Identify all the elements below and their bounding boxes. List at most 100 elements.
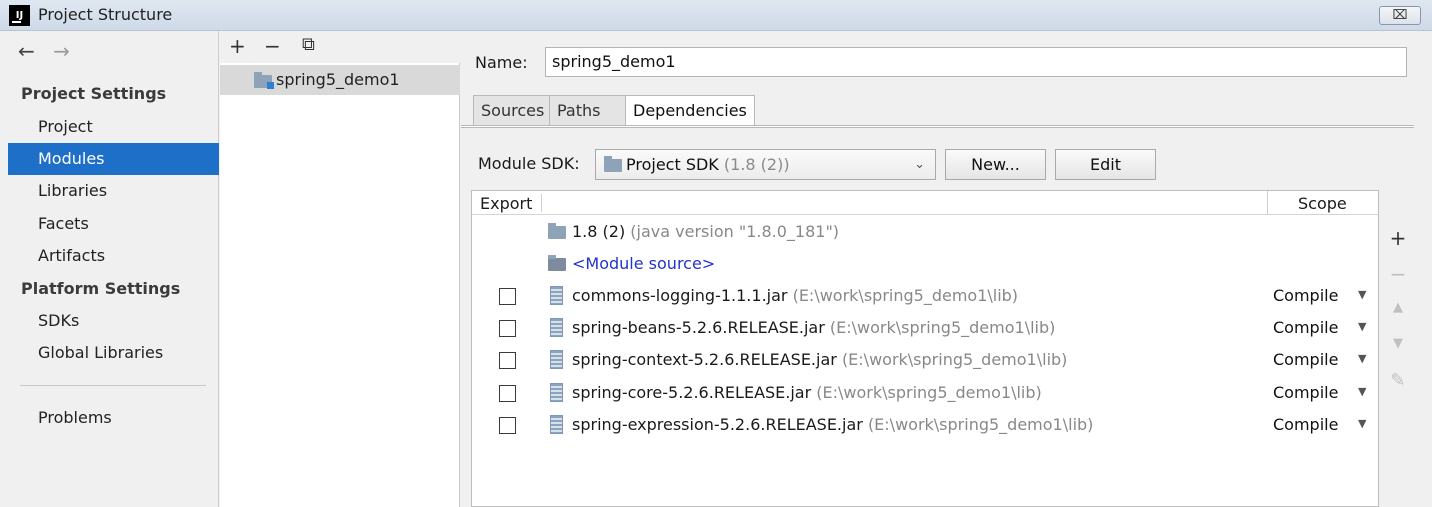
module-settings-panel: Name: spring5_demo1 Sources Paths Depend… xyxy=(461,31,1432,507)
sdk-name: 1.8 (2) xyxy=(572,222,626,241)
sidebar-item-artifacts[interactable]: Artifacts xyxy=(8,240,219,272)
export-checkbox[interactable] xyxy=(499,385,516,402)
jar-path: (E:\work\spring5_demo1\lib) xyxy=(792,286,1019,305)
sdk-value: Project SDK xyxy=(626,155,719,174)
sidebar-item-project[interactable]: Project xyxy=(8,111,219,143)
module-tree-toolbar: + − ⧉ xyxy=(220,31,460,63)
module-sdk-label: Module SDK: xyxy=(478,154,580,173)
sdk-version: (1.8 (2)) xyxy=(723,155,790,174)
sdk-detail: (java version "1.8.0_181") xyxy=(630,222,840,241)
tab-sources[interactable]: Sources xyxy=(473,95,550,126)
tab-underline xyxy=(461,125,1414,128)
scope-value: Compile xyxy=(1273,383,1339,402)
sidebar-item-problems[interactable]: Problems xyxy=(8,402,219,434)
export-checkbox[interactable] xyxy=(499,288,516,305)
jar-icon xyxy=(550,286,563,305)
window-title: Project Structure xyxy=(38,5,173,24)
table-row[interactable]: commons-logging-1.1.1.jar (E:\work\sprin… xyxy=(472,280,1378,312)
export-checkbox[interactable] xyxy=(499,320,516,337)
move-down-icon[interactable]: ▼ xyxy=(1380,336,1416,351)
sdk-dependency-row[interactable]: 1.8 (2) (java version "1.8.0_181") xyxy=(472,216,1378,248)
sidebar-item-sdks[interactable]: SDKs xyxy=(8,305,219,337)
settings-sidebar: ← → Project Settings Project Modules Lib… xyxy=(8,31,219,507)
history-nav: ← → xyxy=(18,39,82,63)
add-module-icon[interactable]: + xyxy=(229,34,246,58)
sidebar-item-libraries[interactable]: Libraries xyxy=(8,175,219,207)
table-row[interactable]: spring-core-5.2.6.RELEASE.jar (E:\work\s… xyxy=(472,377,1378,409)
jar-path: (E:\work\spring5_demo1\lib) xyxy=(867,415,1094,434)
dependency-name: spring-expression-5.2.6.RELEASE.jar (E:\… xyxy=(572,415,1093,434)
export-checkbox[interactable] xyxy=(499,352,516,369)
sidebar-divider xyxy=(20,385,206,386)
edit-dependency-icon[interactable]: ✎ xyxy=(1380,370,1416,391)
table-row[interactable]: spring-context-5.2.6.RELEASE.jar (E:\wor… xyxy=(472,344,1378,376)
name-label: Name: xyxy=(475,53,528,72)
module-tree-panel: + − ⧉ spring5_demo1 xyxy=(220,31,460,507)
export-checkbox[interactable] xyxy=(499,417,516,434)
jar-name: spring-beans-5.2.6.RELEASE.jar xyxy=(572,318,825,337)
scope-dropdown[interactable]: Compile ▼ xyxy=(1273,318,1366,337)
jar-icon xyxy=(550,415,563,434)
scope-value: Compile xyxy=(1273,286,1339,305)
title-bar: IJ Project Structure ⌧ xyxy=(0,0,1432,31)
jar-name: spring-core-5.2.6.RELEASE.jar xyxy=(572,383,812,402)
sdk-folder-icon xyxy=(604,156,622,172)
jar-icon xyxy=(550,383,563,402)
scope-dropdown[interactable]: Compile ▼ xyxy=(1273,415,1366,434)
tab-paths[interactable]: Paths xyxy=(549,95,626,126)
edit-sdk-button[interactable]: Edit xyxy=(1055,149,1156,180)
table-row[interactable]: spring-beans-5.2.6.RELEASE.jar (E:\work\… xyxy=(472,312,1378,344)
copy-module-icon[interactable]: ⧉ xyxy=(302,34,315,55)
sidebar-item-modules[interactable]: Modules xyxy=(8,143,219,175)
forward-arrow-icon[interactable]: → xyxy=(53,39,70,63)
dependency-toolbar: + − ▲ ▼ ✎ xyxy=(1380,190,1416,507)
tab-dependencies[interactable]: Dependencies xyxy=(625,95,755,127)
dropdown-arrow-icon: ▼ xyxy=(1358,417,1367,430)
module-source-row[interactable]: <Module source> xyxy=(472,248,1378,280)
scope-column-header[interactable]: Scope xyxy=(1298,194,1347,213)
module-tree-item[interactable]: spring5_demo1 xyxy=(220,65,460,95)
intellij-logo-icon: IJ xyxy=(9,5,30,26)
jar-name: commons-logging-1.1.1.jar xyxy=(572,286,788,305)
jar-name: spring-expression-5.2.6.RELEASE.jar xyxy=(572,415,863,434)
jar-path: (E:\work\spring5_demo1\lib) xyxy=(829,318,1056,337)
module-sdk-dropdown[interactable]: Project SDK (1.8 (2)) ⌄ xyxy=(595,149,936,180)
dependency-name: spring-beans-5.2.6.RELEASE.jar (E:\work\… xyxy=(572,318,1055,337)
remove-dependency-icon[interactable]: − xyxy=(1380,262,1416,286)
dropdown-arrow-icon: ▼ xyxy=(1358,320,1367,333)
scope-value: Compile xyxy=(1273,415,1339,434)
jar-name: spring-context-5.2.6.RELEASE.jar xyxy=(572,350,837,369)
remove-module-icon[interactable]: − xyxy=(264,34,281,58)
module-folder-icon xyxy=(254,72,274,89)
sidebar-item-facets[interactable]: Facets xyxy=(8,208,219,240)
scope-value: Compile xyxy=(1273,350,1339,369)
logo-text: IJ xyxy=(15,10,24,21)
scope-value: Compile xyxy=(1273,318,1339,337)
table-header: Export Scope xyxy=(472,191,1378,215)
sidebar-item-global-libraries[interactable]: Global Libraries xyxy=(8,337,219,369)
scope-dropdown[interactable]: Compile ▼ xyxy=(1273,286,1366,305)
table-row[interactable]: spring-expression-5.2.6.RELEASE.jar (E:\… xyxy=(472,409,1378,441)
chevron-down-icon: ⌄ xyxy=(914,157,925,172)
module-source-label: <Module source> xyxy=(572,254,716,273)
back-arrow-icon[interactable]: ← xyxy=(18,39,35,63)
jar-path: (E:\work\spring5_demo1\lib) xyxy=(841,350,1068,369)
module-name-field[interactable]: spring5_demo1 xyxy=(545,47,1407,77)
sdk-folder-icon xyxy=(548,223,566,239)
dependency-name: 1.8 (2) (java version "1.8.0_181") xyxy=(572,222,839,241)
export-column-header[interactable]: Export xyxy=(480,194,532,213)
column-divider xyxy=(541,194,542,212)
scope-dropdown[interactable]: Compile ▼ xyxy=(1273,383,1366,402)
dropdown-arrow-icon: ▼ xyxy=(1358,352,1367,365)
dependency-name: spring-core-5.2.6.RELEASE.jar (E:\work\s… xyxy=(572,383,1042,402)
jar-icon xyxy=(550,318,563,337)
dropdown-arrow-icon: ▼ xyxy=(1358,385,1367,398)
jar-path: (E:\work\spring5_demo1\lib) xyxy=(816,383,1042,402)
new-sdk-button[interactable]: New... xyxy=(945,149,1046,180)
add-dependency-icon[interactable]: + xyxy=(1380,226,1416,250)
source-folder-icon xyxy=(548,255,566,271)
dependencies-table: Export Scope 1.8 (2) (java version "1.8.… xyxy=(471,190,1379,507)
scope-dropdown[interactable]: Compile ▼ xyxy=(1273,350,1366,369)
close-button[interactable]: ⌧ xyxy=(1379,6,1421,25)
move-up-icon[interactable]: ▲ xyxy=(1380,300,1416,315)
